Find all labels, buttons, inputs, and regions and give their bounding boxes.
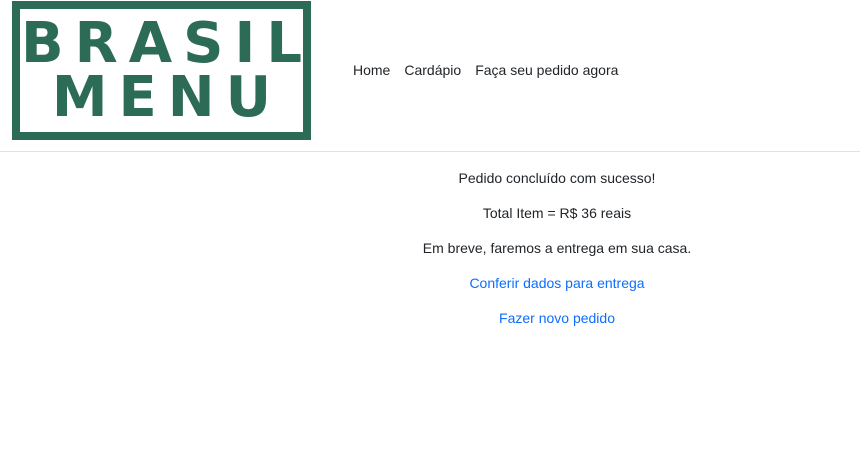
nav-home-link[interactable]: Home (353, 62, 390, 78)
nav-order-now-link[interactable]: Faça seu pedido agora (475, 62, 618, 78)
order-total: Total Item = R$ 36 reais (482, 205, 632, 221)
site-header: BRASIL MENU Home Cardápio Faça seu pedid… (0, 0, 860, 152)
brasil-menu-logo[interactable]: BRASIL MENU (12, 1, 311, 140)
nav-cardapio-link[interactable]: Cardápio (404, 62, 461, 78)
delivery-message: Em breve, faremos a entrega em sua casa. (422, 240, 692, 256)
logo-line-1: BRASIL (21, 10, 313, 76)
logo-line-2: MENU (51, 64, 283, 130)
success-message: Pedido concluído com sucesso! (458, 170, 656, 186)
check-delivery-data-link[interactable]: Conferir dados para entrega (0, 275, 860, 291)
new-order-link[interactable]: Fazer novo pedido (0, 310, 860, 326)
main-nav: Home Cardápio Faça seu pedido agora (353, 62, 618, 78)
